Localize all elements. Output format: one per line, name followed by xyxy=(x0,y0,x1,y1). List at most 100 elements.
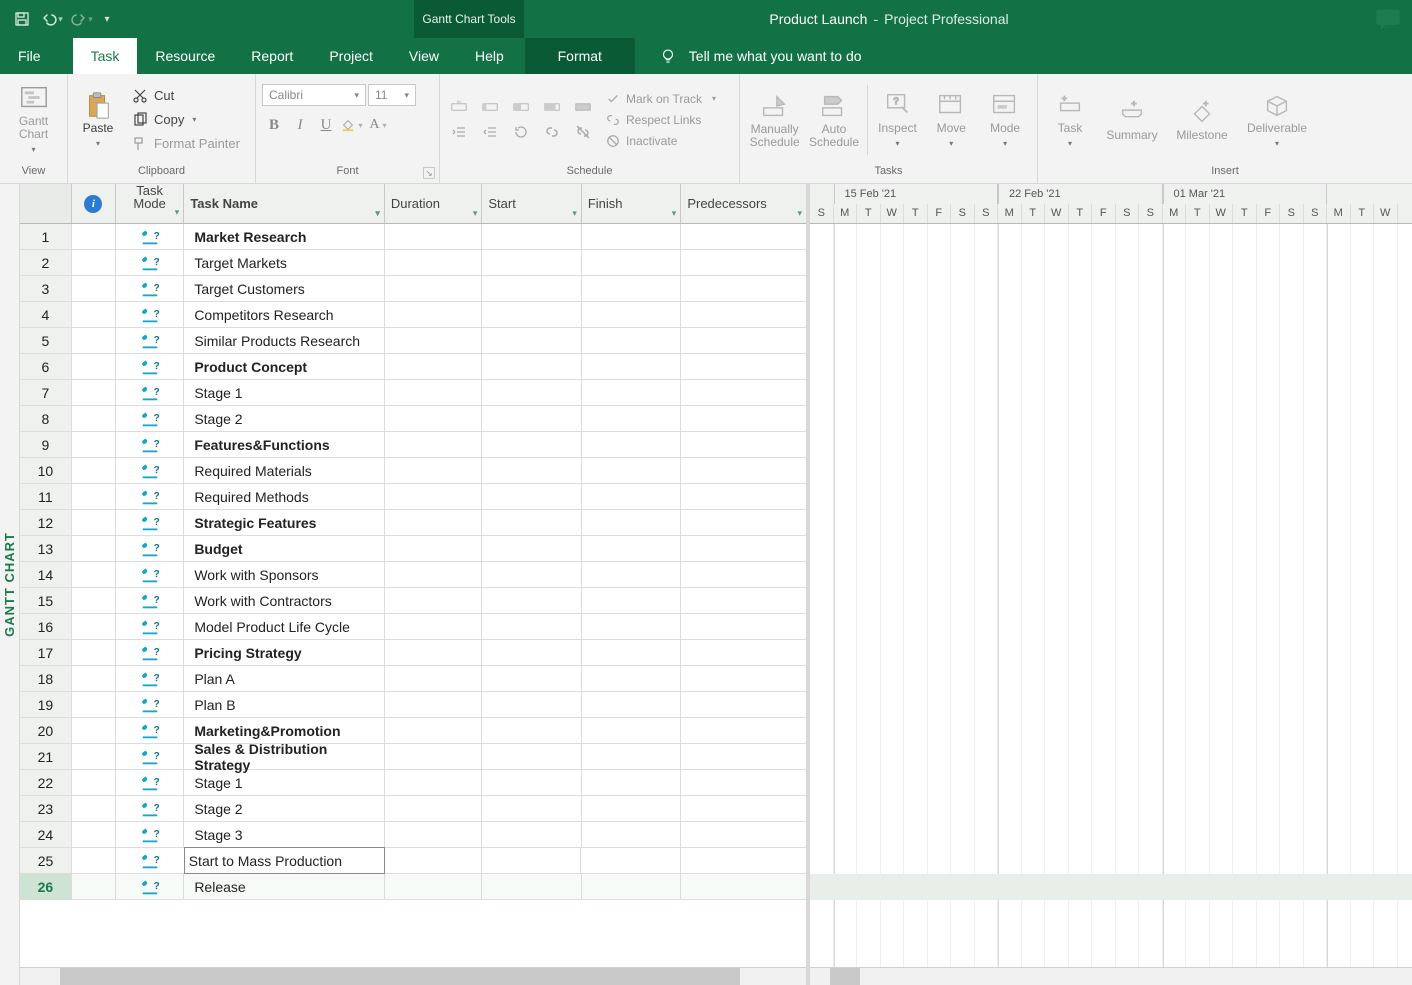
inspect-button[interactable]: ?Inspect▾ xyxy=(872,80,924,160)
cell-duration[interactable] xyxy=(385,718,483,743)
format-painter-button[interactable]: Format Painter xyxy=(128,133,244,155)
cell-duration[interactable] xyxy=(385,770,483,795)
cell-predecessors[interactable] xyxy=(681,250,806,275)
cell-task-mode[interactable] xyxy=(116,588,184,613)
cell-finish[interactable] xyxy=(582,354,681,379)
cell-predecessors[interactable] xyxy=(681,562,806,587)
row-number[interactable]: 19 xyxy=(20,692,72,717)
cell-duration[interactable] xyxy=(385,562,483,587)
table-row[interactable]: 15Work with Contractors xyxy=(20,588,806,614)
indent-button[interactable] xyxy=(477,121,503,143)
mode-button[interactable]: Mode▾ xyxy=(979,80,1031,160)
cell-task-mode[interactable] xyxy=(116,692,184,717)
row-number[interactable]: 20 xyxy=(20,718,72,743)
cell-indicators[interactable] xyxy=(72,848,116,873)
cell-start[interactable] xyxy=(482,380,581,405)
cell-predecessors[interactable] xyxy=(681,666,806,691)
cell-task-mode[interactable] xyxy=(116,328,184,353)
inactivate-button[interactable]: Inactivate xyxy=(606,131,716,151)
cell-task-mode[interactable] xyxy=(116,796,184,821)
insert-summary-button[interactable]: Summary xyxy=(1098,80,1166,160)
cell-duration[interactable] xyxy=(385,276,483,301)
row-number[interactable]: 15 xyxy=(20,588,72,613)
gantt-chart-button[interactable]: Gantt Chart▾ xyxy=(6,80,61,160)
cell-finish[interactable] xyxy=(582,484,681,509)
cell-finish[interactable] xyxy=(582,224,681,249)
cell-duration[interactable] xyxy=(385,822,483,847)
cell-task-name[interactable]: Similar Products Research xyxy=(184,328,385,353)
cell-indicators[interactable] xyxy=(72,562,116,587)
cell-task-name[interactable]: Budget xyxy=(184,536,385,561)
tab-resource[interactable]: Resource xyxy=(137,38,233,74)
view-name-strip[interactable]: GANTT CHART xyxy=(0,184,20,985)
col-task-mode[interactable]: TaskMode▾ xyxy=(116,184,184,223)
tab-report[interactable]: Report xyxy=(233,38,311,74)
cell-finish[interactable] xyxy=(582,588,681,613)
table-row[interactable]: 4Competitors Research xyxy=(20,302,806,328)
table-row[interactable]: 14Work with Sponsors xyxy=(20,562,806,588)
pct-0-button[interactable]: 0× xyxy=(446,96,472,118)
cell-start[interactable] xyxy=(482,536,581,561)
cell-start[interactable] xyxy=(482,250,581,275)
cell-duration[interactable] xyxy=(385,510,483,535)
cell-start[interactable] xyxy=(482,510,581,535)
pct-25-button[interactable] xyxy=(477,96,503,118)
table-row[interactable]: 12Strategic Features xyxy=(20,510,806,536)
cell-task-mode[interactable] xyxy=(116,848,185,873)
row-number[interactable]: 18 xyxy=(20,666,72,691)
table-row[interactable]: 3Target Customers xyxy=(20,276,806,302)
cell-predecessors[interactable] xyxy=(681,484,806,509)
cell-task-mode[interactable] xyxy=(116,744,184,769)
link-button[interactable] xyxy=(539,121,565,143)
table-row[interactable]: 22Stage 1 xyxy=(20,770,806,796)
table-row[interactable]: 7Stage 1 xyxy=(20,380,806,406)
table-row[interactable]: 9Features&Functions xyxy=(20,432,806,458)
cell-finish[interactable] xyxy=(582,302,681,327)
table-row[interactable]: 1Market Research xyxy=(20,224,806,250)
row-number[interactable]: 1 xyxy=(20,224,72,249)
cell-finish[interactable] xyxy=(582,380,681,405)
cell-start[interactable] xyxy=(482,458,581,483)
tab-task[interactable]: Task xyxy=(73,38,138,74)
cell-predecessors[interactable] xyxy=(681,432,806,457)
save-icon[interactable] xyxy=(8,5,36,33)
row-number[interactable]: 9 xyxy=(20,432,72,457)
cell-finish[interactable] xyxy=(582,510,681,535)
timescale-header[interactable]: 15 Feb '2122 Feb '2101 Mar '21 SMTWTFSSM… xyxy=(810,184,1412,224)
cell-task-mode[interactable] xyxy=(116,484,184,509)
auto-schedule-button[interactable]: Auto Schedule xyxy=(805,80,862,160)
cell-task-mode[interactable] xyxy=(116,536,184,561)
cell-finish[interactable] xyxy=(582,406,681,431)
cell-predecessors[interactable] xyxy=(681,848,806,873)
table-row[interactable]: 2Target Markets xyxy=(20,250,806,276)
pct-100-button[interactable] xyxy=(570,96,596,118)
cell-task-name[interactable]: Competitors Research xyxy=(184,302,385,327)
font-color-button[interactable]: A xyxy=(366,114,390,136)
select-all-cell[interactable] xyxy=(20,184,72,223)
cell-task-mode[interactable] xyxy=(116,276,184,301)
cell-duration[interactable] xyxy=(385,536,483,561)
cell-indicators[interactable] xyxy=(72,510,116,535)
cell-start[interactable] xyxy=(482,718,581,743)
cell-duration[interactable] xyxy=(385,796,483,821)
cell-indicators[interactable] xyxy=(72,250,116,275)
cell-indicators[interactable] xyxy=(72,458,116,483)
cell-predecessors[interactable] xyxy=(681,692,806,717)
table-row[interactable]: 8Stage 2 xyxy=(20,406,806,432)
table-row[interactable]: 6Product Concept xyxy=(20,354,806,380)
cell-start[interactable] xyxy=(482,224,581,249)
cell-duration[interactable] xyxy=(385,224,483,249)
pct-75-button[interactable] xyxy=(539,96,565,118)
col-finish[interactable]: Finish▾ xyxy=(582,184,681,223)
table-row[interactable]: 20Marketing&Promotion xyxy=(20,718,806,744)
cell-indicators[interactable] xyxy=(72,380,116,405)
cell-finish[interactable] xyxy=(582,874,681,899)
table-row[interactable]: 21Sales & Distribution Strategy xyxy=(20,744,806,770)
cell-duration[interactable] xyxy=(385,380,483,405)
cell-start[interactable] xyxy=(482,302,581,327)
row-number[interactable]: 10 xyxy=(20,458,72,483)
col-start[interactable]: Start▾ xyxy=(482,184,581,223)
cell-predecessors[interactable] xyxy=(681,328,806,353)
cell-finish[interactable] xyxy=(582,796,681,821)
cell-task-mode[interactable] xyxy=(116,354,184,379)
